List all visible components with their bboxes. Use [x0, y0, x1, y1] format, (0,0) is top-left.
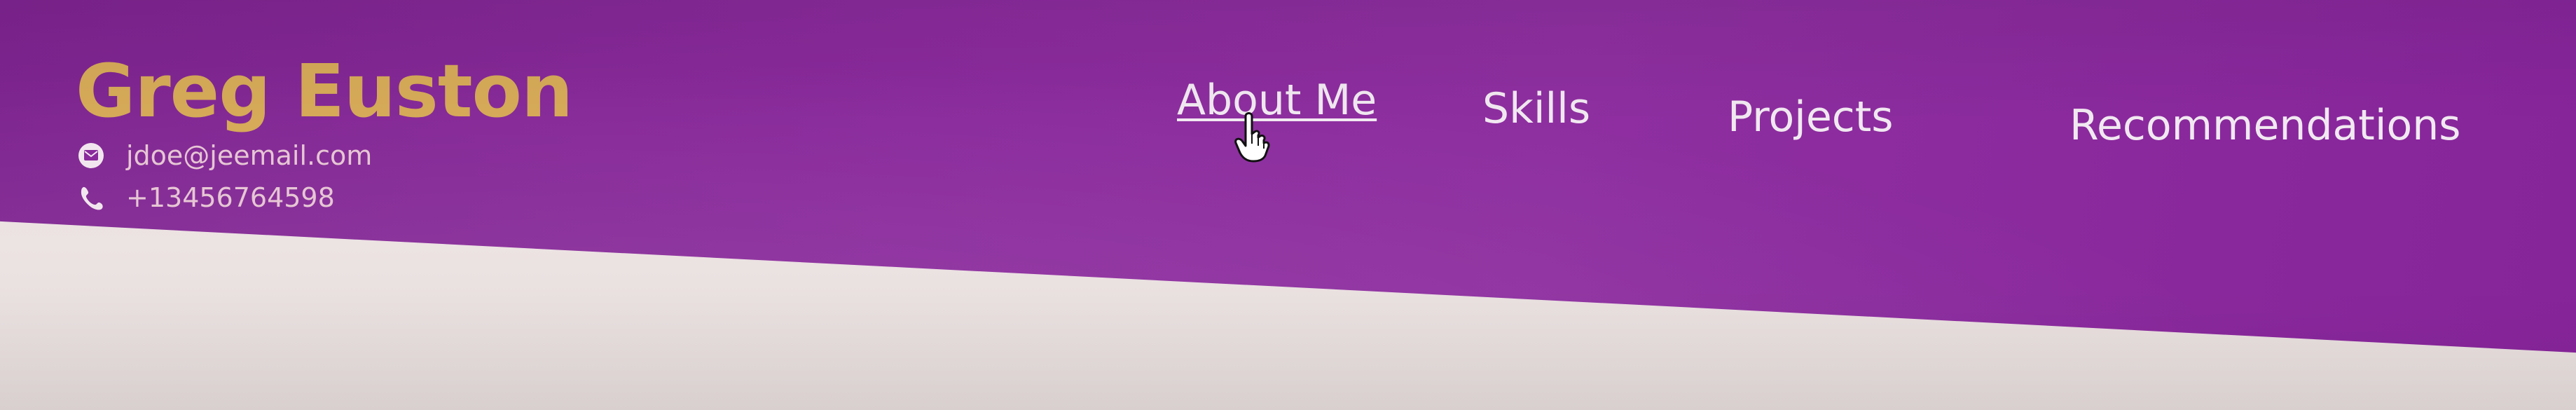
nav-skills[interactable]: Skills	[1482, 84, 1590, 133]
phone-icon	[76, 182, 106, 213]
phone-text[interactable]: +13456764598	[126, 184, 335, 211]
nav-projects[interactable]: Projects	[1728, 93, 1894, 142]
main-navigation: About Me Skills Projects Recommendations	[0, 0, 2576, 182]
portfolio-page: Greg Euston jdoe@jeemail.com +1345676459…	[0, 0, 2576, 410]
hand-pointer-icon	[1233, 111, 1271, 163]
nav-about-me[interactable]: About Me	[1177, 76, 1377, 125]
phone-contact[interactable]: +13456764598	[76, 182, 572, 213]
nav-recommendations[interactable]: Recommendations	[2069, 101, 2461, 150]
